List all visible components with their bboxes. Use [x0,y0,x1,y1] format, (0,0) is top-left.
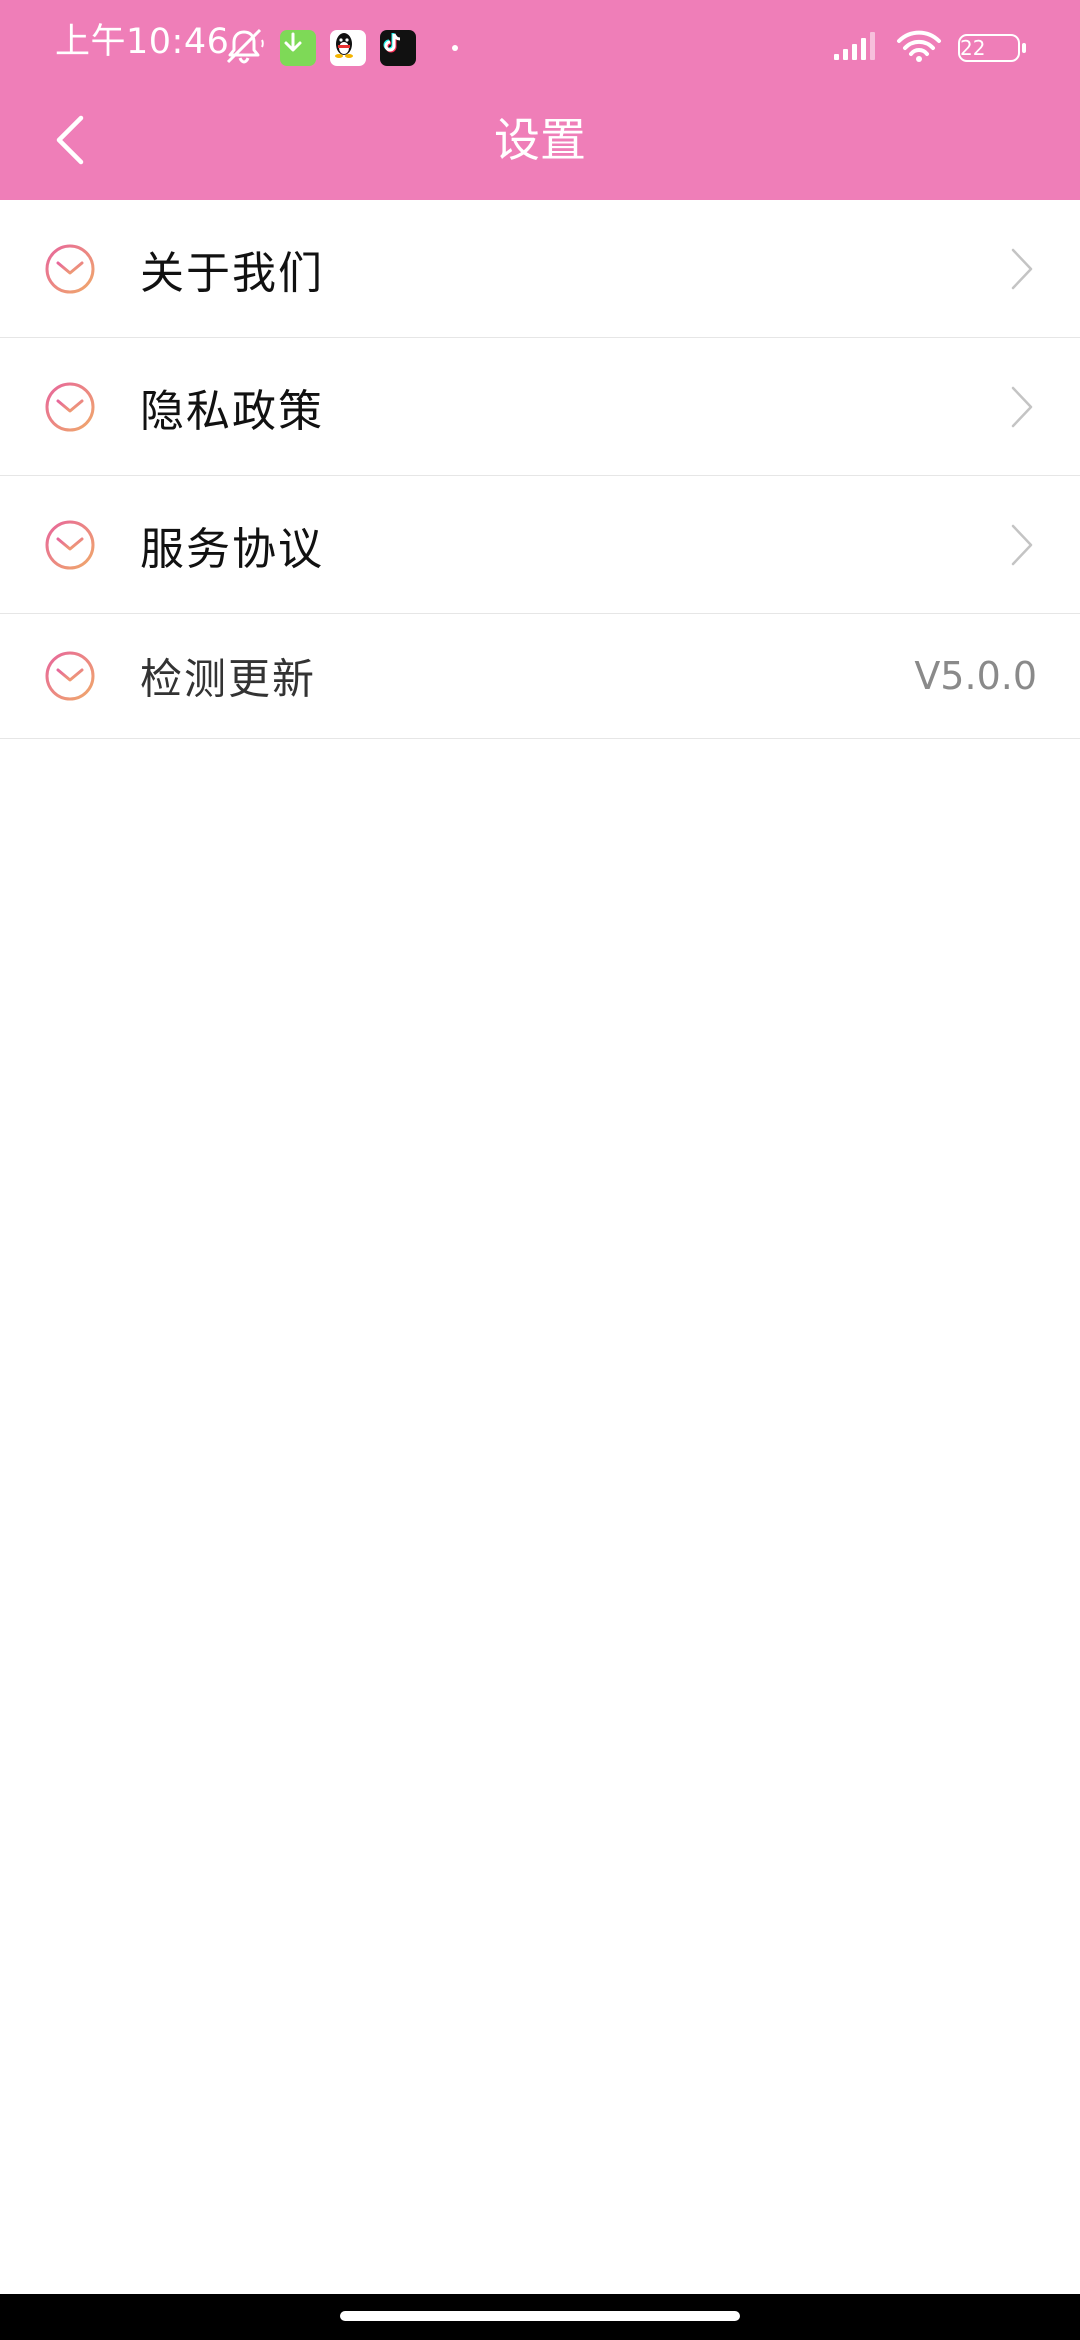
settings-item-label: 检测更新 [140,654,317,704]
chevron-right-icon [1011,386,1033,427]
settings-item-service-agreement[interactable]: 服务协议 [0,476,1080,614]
chevron-right-icon [1011,524,1033,565]
settings-item-privacy-policy[interactable]: 隐私政策 [0,338,1080,476]
settings-item-label: 关于我们 [140,247,324,299]
status-time: 上午10:46 [55,22,230,62]
settings-item-label: 服务协议 [140,523,324,575]
wifi-icon [896,29,942,67]
battery-level: 22 [960,36,986,60]
qq-app-icon [330,30,366,66]
settings-item-check-update[interactable]: 检测更新 V5.0.0 [0,614,1080,739]
version-value: V5.0.0 [914,654,1037,698]
smile-badge-icon [45,382,95,431]
dot-icon [452,45,458,51]
smile-badge-icon [45,244,95,293]
smile-badge-icon [45,651,95,701]
navigation-bar [0,2294,1080,2340]
signal-icon [832,30,880,66]
settings-list: 关于我们 隐私政策 服务协议 检测更新 V5.0.0 [0,200,1080,739]
page-title: 设置 [494,113,586,167]
status-icons-left [222,28,472,68]
chevron-right-icon [1011,248,1033,289]
home-indicator[interactable] [340,2311,740,2321]
tiktok-app-icon [380,30,416,66]
smile-badge-icon [45,520,95,569]
status-bar: 上午10:46 22 [0,0,1080,80]
title-bar: 设置 [0,80,1080,200]
download-app-icon [280,30,316,66]
battery-icon: 22 [958,34,1026,62]
status-icons-right: 22 [816,28,1026,68]
settings-item-about-us[interactable]: 关于我们 [0,200,1080,338]
bell-off-icon [222,26,266,70]
settings-item-label: 隐私政策 [140,385,324,437]
